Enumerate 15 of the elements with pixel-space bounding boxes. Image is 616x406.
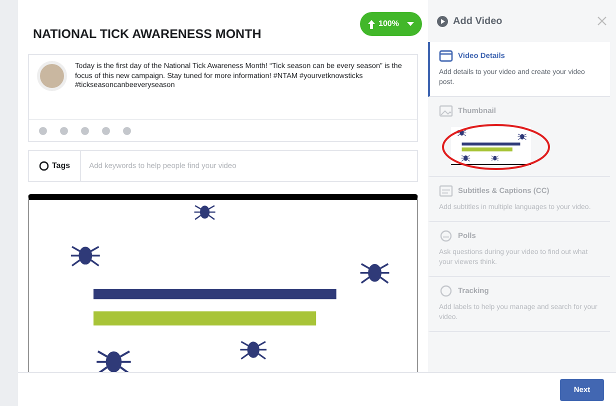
upload-icon xyxy=(368,20,375,28)
upload-progress-button[interactable]: 100% xyxy=(360,12,422,36)
film-icon xyxy=(439,50,453,62)
captions-icon xyxy=(439,185,453,197)
caret-icon xyxy=(407,22,414,26)
tags-label: Tags xyxy=(52,160,70,172)
close-button[interactable] xyxy=(597,16,607,26)
sidebar-title: Add Video xyxy=(453,14,502,28)
image-icon xyxy=(439,105,453,117)
circle-icon xyxy=(439,285,453,297)
thumbnail-drawing[interactable] xyxy=(451,127,531,165)
poll-icon xyxy=(439,230,453,242)
post-title: NATIONAL TICK AWARENESS MONTH xyxy=(33,26,262,43)
avatar xyxy=(37,61,67,91)
play-icon xyxy=(437,16,448,26)
